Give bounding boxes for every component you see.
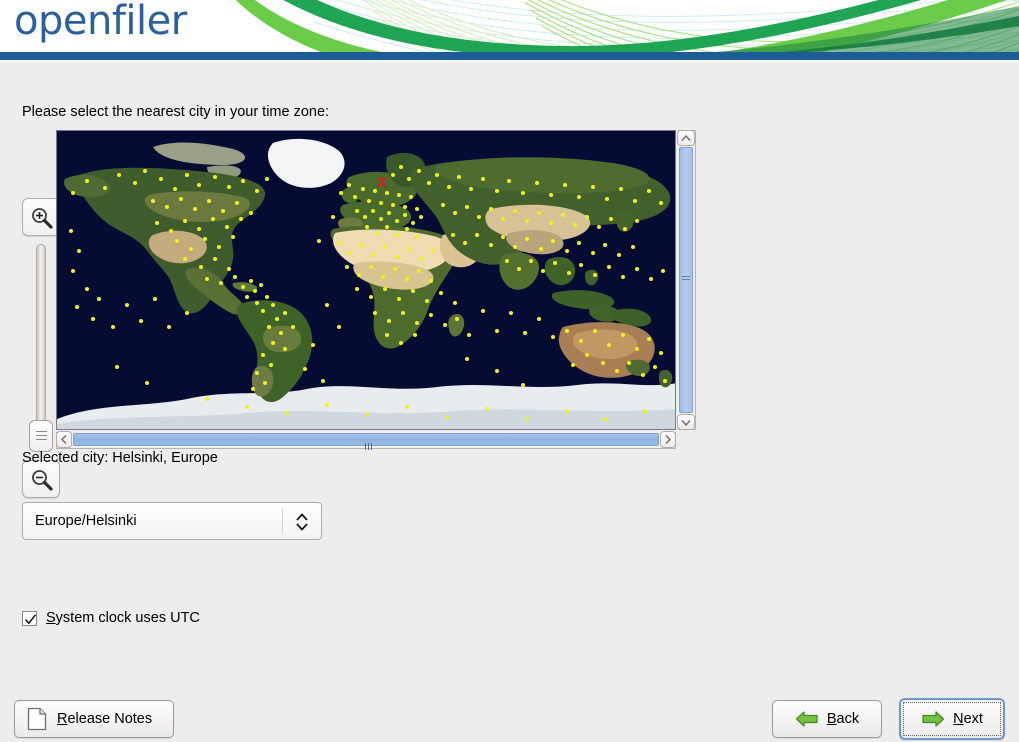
- selected-city-marker: X: [377, 174, 387, 191]
- zoom-in-magnifier-icon: [32, 208, 53, 229]
- release-notes-label: Release Notes: [57, 711, 152, 727]
- accelerator-letter: N: [953, 711, 964, 727]
- grip-line: [35, 435, 47, 436]
- timezone-select-value: Europe/Helsinki: [35, 513, 137, 529]
- world-map-image[interactable]: X: [57, 131, 676, 430]
- document-icon: [27, 707, 47, 731]
- focus-ring: [903, 702, 1001, 736]
- back-button[interactable]: Back: [772, 700, 882, 738]
- grip-line: [35, 431, 47, 432]
- utc-checkbox[interactable]: [22, 610, 37, 626]
- release-notes-button[interactable]: Release Notes: [14, 700, 174, 738]
- scroll-up-button[interactable]: [677, 130, 695, 146]
- banner-divider: [0, 52, 1019, 60]
- grip: [365, 437, 374, 455]
- selected-city-label: Selected city: Helsinki, Europe: [22, 450, 218, 466]
- back-label: Back: [827, 711, 859, 727]
- zoom-slider-track[interactable]: [36, 244, 46, 430]
- app-banner: openfiler: [0, 0, 1019, 62]
- chevron-up-icon: [681, 134, 691, 141]
- scroll-down-button[interactable]: [677, 414, 695, 430]
- grip-line: [35, 439, 47, 440]
- scroll-left-button[interactable]: [56, 431, 72, 448]
- timezone-map-widget[interactable]: X: [56, 130, 696, 450]
- divider: [282, 508, 283, 534]
- next-label: Next: [953, 711, 983, 727]
- utc-checkbox-label: System clock uses UTC: [46, 610, 200, 626]
- chevron-left-icon: [61, 435, 67, 444]
- installer-body: Please select the nearest city in your t…: [0, 62, 1019, 742]
- next-button[interactable]: Next: [899, 698, 1005, 740]
- timezone-select[interactable]: Europe/Helsinki: [22, 502, 322, 540]
- world-map-viewport[interactable]: X: [56, 130, 676, 430]
- scroll-right-button[interactable]: [660, 431, 676, 448]
- checkmark-icon: [24, 613, 37, 624]
- horizontal-scroll-thumb[interactable]: [73, 433, 659, 450]
- label-rest: ext: [963, 711, 983, 727]
- accelerator-letter: B: [826, 711, 837, 727]
- zoom-out-magnifier-icon: [32, 470, 53, 491]
- accelerator-letter: S: [46, 610, 56, 626]
- vertical-scroll-thumb[interactable]: [679, 147, 693, 413]
- zoom-in-button[interactable]: [22, 198, 60, 236]
- page-title: Please select the nearest city in your t…: [22, 104, 330, 120]
- label-rest: elease Notes: [67, 711, 153, 727]
- openfiler-logo: openfiler: [14, 0, 187, 44]
- accelerator-letter: R: [57, 711, 68, 727]
- label-rest: ystem clock uses UTC: [55, 610, 200, 626]
- map-vertical-scrollbar[interactable]: [677, 130, 696, 430]
- utc-checkbox-row[interactable]: System clock uses UTC: [22, 610, 200, 626]
- arrow-right-icon: [922, 711, 945, 727]
- arrow-left-icon: [795, 711, 818, 727]
- label-rest: ack: [836, 711, 860, 727]
- chevron-updown-icon: [296, 513, 308, 531]
- chevron-down-icon: [681, 420, 691, 427]
- grip: [680, 276, 692, 282]
- chevron-right-icon: [665, 435, 671, 444]
- map-horizontal-scrollbar[interactable]: [56, 431, 676, 450]
- zoom-slider-handle[interactable]: [29, 420, 53, 452]
